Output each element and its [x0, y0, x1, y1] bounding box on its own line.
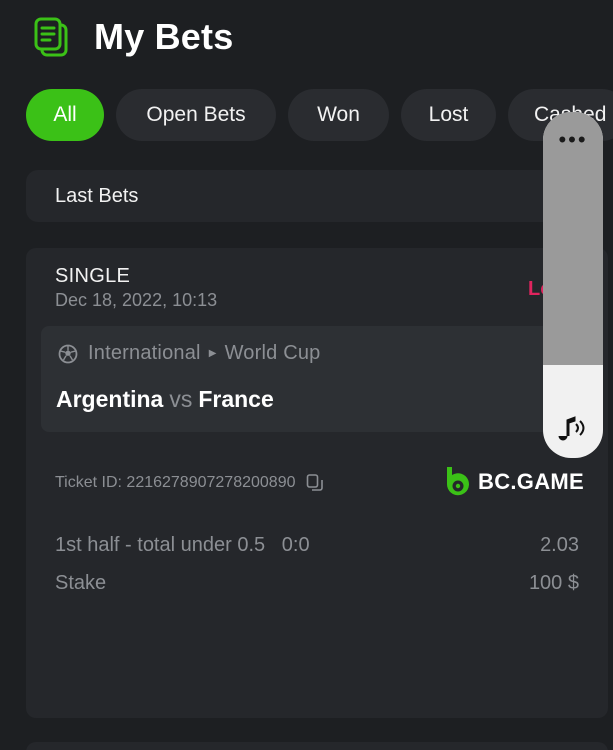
page-header: My Bets — [32, 14, 233, 60]
ticket-id-row: Ticket ID: 2216278907278200890 — [55, 473, 325, 493]
page-title: My Bets — [94, 16, 234, 57]
bet-type: SINGLE — [55, 265, 131, 287]
versus-label: vs — [169, 386, 193, 412]
tab-all[interactable]: All — [26, 89, 104, 141]
soccer-ball-icon — [58, 344, 78, 364]
sound-icon[interactable] — [555, 412, 591, 444]
tab-lost[interactable]: Lost — [401, 89, 496, 141]
my-bets-page: My Bets All Open Bets Won Lost Cashed La… — [0, 0, 613, 750]
ticket-id: Ticket ID: 2216278907278200890 — [55, 474, 296, 491]
event-category: International — [88, 342, 201, 364]
last-bets-label: Last Bets — [55, 184, 139, 207]
event-league-name: World Cup — [224, 342, 321, 364]
tab-open-bets[interactable]: Open Bets — [116, 89, 276, 141]
bet-card[interactable]: SINGLE Dec 18, 2022, 10:13 Lost Internat — [26, 248, 608, 718]
floating-volume-panel[interactable]: ••• — [543, 112, 603, 458]
more-dots-icon[interactable]: ••• — [543, 129, 603, 151]
brand-logo: BC.GAME — [444, 466, 584, 498]
away-team: France — [198, 386, 274, 412]
stake-label: Stake — [55, 572, 107, 594]
odds-value: 2.03 — [540, 534, 579, 556]
tab-won[interactable]: Won — [288, 89, 389, 141]
document-list-icon — [32, 15, 72, 59]
bc-game-logo-icon — [444, 466, 470, 498]
stake-value: 100 $ — [528, 572, 579, 594]
brand-name: BC.GAME — [478, 469, 584, 494]
next-bet-card — [26, 742, 608, 750]
last-bets-selector[interactable]: Last Bets — [26, 170, 586, 222]
event-block[interactable]: International ▶ World Cup Argentina vs Fra… — [41, 326, 591, 432]
event-match: Argentina vs France — [56, 386, 274, 413]
breadcrumb-arrow-icon: ▶ — [208, 348, 217, 359]
selection-label: 1st half - total under 0.5 0:0 — [55, 534, 310, 556]
home-team: Argentina — [56, 386, 164, 412]
event-league: International ▶ World Cup — [58, 342, 321, 365]
stake-row: Stake 100 $ — [55, 572, 579, 595]
bet-date: Dec 18, 2022, 10:13 — [55, 290, 218, 310]
bet-filter-tabs: All Open Bets Won Lost Cashed — [26, 89, 613, 141]
copy-icon[interactable] — [305, 473, 325, 493]
selection-row: 1st half - total under 0.5 0:0 2.03 — [55, 534, 579, 557]
